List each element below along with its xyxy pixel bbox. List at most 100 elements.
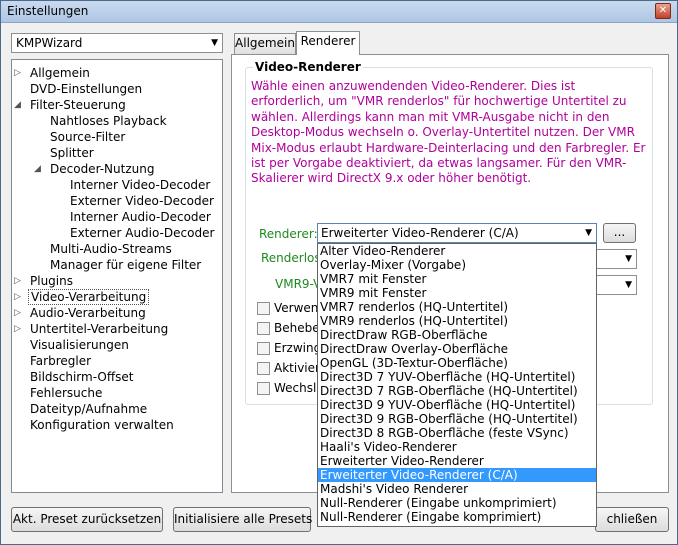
tree-item[interactable]: Manager für eigene Filter xyxy=(48,257,203,273)
dropdown-option[interactable]: DirectDraw Overlay-Oberfläche xyxy=(318,342,596,356)
tree-item-label: Dateityp/Aufnahme xyxy=(30,402,148,416)
tree-item[interactable]: Bildschirm-Offset xyxy=(28,369,135,385)
tree-item-label: Bildschirm-Offset xyxy=(30,370,134,384)
option-checkbox-row[interactable]: Wechsle xyxy=(257,381,324,397)
checkbox[interactable] xyxy=(257,382,270,395)
collapse-icon[interactable]: ◢ xyxy=(14,97,21,113)
tree-item-label: Interner Video-Decoder xyxy=(70,178,211,192)
dropdown-option[interactable]: Erweiterter Video-Renderer xyxy=(318,454,596,468)
dropdown-option[interactable]: Null-Renderer (Eingabe unkomprimiert) xyxy=(318,496,596,510)
tree-item-label: Untertitel-Verarbeitung xyxy=(30,322,169,336)
group-title: Video-Renderer xyxy=(253,60,363,74)
dropdown-option[interactable]: VMR9 renderlos (HQ-Untertitel) xyxy=(318,314,596,328)
tree-item[interactable]: ▷ Plugins xyxy=(14,273,75,289)
vmr9-select[interactable]: ▼ xyxy=(593,275,637,295)
dropdown-option[interactable]: Null-Renderer (Eingabe komprimiert) xyxy=(318,510,596,524)
checkbox[interactable] xyxy=(257,362,270,375)
dropdown-option[interactable]: OpenGL (3D-Textur-Oberfläche) xyxy=(318,356,596,370)
checkbox[interactable] xyxy=(257,302,270,315)
checkbox-label: Verwen xyxy=(274,301,319,315)
tree-item-label: Decoder-Nutzung xyxy=(50,162,155,176)
checkbox-label: Behebe xyxy=(274,321,320,335)
tree-item-label: Manager für eigene Filter xyxy=(50,258,202,272)
dropdown-option[interactable]: DirectDraw RGB-Oberfläche xyxy=(318,328,596,342)
collapse-icon[interactable]: ◢ xyxy=(34,161,41,177)
tree-item[interactable]: Externer Audio-Decoder xyxy=(68,225,216,241)
init-presets-button[interactable]: Initialisiere alle Presets xyxy=(173,507,312,532)
tree-item[interactable]: Visualisierungen xyxy=(28,337,131,353)
renderer-select[interactable]: Erweiterter Video-Renderer (C/A) ▼ xyxy=(317,223,597,243)
option-checkbox-row[interactable]: Erzwing xyxy=(257,341,321,357)
dropdown-option[interactable]: Madshi's Video Renderer xyxy=(318,482,596,496)
tab-label: Allgemein xyxy=(235,36,295,50)
tree-item[interactable]: Interner Audio-Decoder xyxy=(68,209,213,225)
close-window-button[interactable]: ✕ xyxy=(655,3,671,19)
renderer-select-value: Erweiterter Video-Renderer (C/A) xyxy=(321,226,519,240)
dropdown-option[interactable]: Direct3D 7 RGB-Oberfläche (HQ-Untertitel… xyxy=(318,384,596,398)
tree-item[interactable]: ▷ Untertitel-Verarbeitung xyxy=(14,321,170,337)
tree-item-label: Audio-Verarbeitung xyxy=(30,306,146,320)
tree-item[interactable]: Splitter xyxy=(48,145,96,161)
preset-select[interactable]: KMPWizard ▼ xyxy=(11,33,223,53)
dropdown-option[interactable]: Direct3D 9 YUV-Oberfläche (HQ-Untertitel… xyxy=(318,398,596,412)
dropdown-option[interactable]: Alter Video-Renderer xyxy=(318,244,596,258)
expand-icon[interactable]: ▷ xyxy=(14,305,21,321)
dropdown-option[interactable]: Erweiterter Video-Renderer (C/A) xyxy=(318,468,596,482)
close-icon: ✕ xyxy=(658,5,668,16)
tab-renderer[interactable]: Renderer xyxy=(296,31,360,55)
dropdown-option[interactable]: VMR9 mit Fenster xyxy=(318,286,596,300)
dropdown-option[interactable]: Direct3D 9 RGB-Oberfläche (HQ-Untertitel… xyxy=(318,412,596,426)
expand-icon[interactable]: ▷ xyxy=(14,273,21,289)
tree-item-label: Source-Filter xyxy=(50,130,126,144)
tree-item[interactable]: Konfiguration verwalten xyxy=(28,417,176,433)
tree-item[interactable]: Nahtloses Playback xyxy=(48,113,169,129)
renderless-select[interactable]: ▼ xyxy=(593,249,637,269)
tree-item[interactable]: DVD-Einstellungen xyxy=(28,81,144,97)
tree-item[interactable]: Fehlersuche xyxy=(28,385,104,401)
tree-item[interactable]: ▷ Allgemein xyxy=(14,65,92,81)
renderer-label: Renderer: xyxy=(259,227,318,241)
settings-tree[interactable]: ▷ Allgemein DVD-Einstellungen ◢ Filter-Steue… xyxy=(11,59,223,493)
tree-item-label: Interner Audio-Decoder xyxy=(70,210,211,224)
tree-item[interactable]: Farbregler xyxy=(28,353,93,369)
dropdown-option[interactable]: Direct3D 8 RGB-Oberfläche (feste VSync) xyxy=(318,426,596,440)
tree-item-label: Filter-Steuerung xyxy=(30,98,126,112)
tree-item-label: Multi-Audio-Streams xyxy=(50,242,172,256)
preset-select-value: KMPWizard xyxy=(16,36,83,50)
checkbox[interactable] xyxy=(257,342,270,355)
expand-icon[interactable]: ▷ xyxy=(14,65,21,81)
tree-item-label: Splitter xyxy=(50,146,94,160)
expand-icon[interactable]: ▷ xyxy=(14,321,21,337)
reset-preset-button[interactable]: Akt. Preset zurücksetzen xyxy=(11,507,163,532)
tree-item-label: DVD-Einstellungen xyxy=(30,82,143,96)
tree-item[interactable]: Source-Filter xyxy=(48,129,127,145)
dropdown-option[interactable]: VMR7 mit Fenster xyxy=(318,272,596,286)
tree-item[interactable]: ▷ Video-Verarbeitung xyxy=(14,289,150,305)
dropdown-option[interactable]: VMR7 renderlos (HQ-Untertitel) xyxy=(318,300,596,314)
tree-item[interactable]: ▷ Audio-Verarbeitung xyxy=(14,305,148,321)
tree-item-label: Video-Verarbeitung xyxy=(28,289,150,305)
renderer-dropdown-list[interactable]: Alter Video-Renderer Overlay-Mixer (Vorga… xyxy=(317,243,597,527)
dropdown-option[interactable]: Direct3D 7 YUV-Oberfläche (HQ-Untertitel… xyxy=(318,370,596,384)
vmr9-label: VMR9-V xyxy=(275,277,322,291)
chevron-down-icon: ▼ xyxy=(211,38,218,48)
checkbox[interactable] xyxy=(257,322,270,335)
chevron-down-icon: ▼ xyxy=(625,254,632,264)
tree-item[interactable]: ◢ Decoder-Nutzung xyxy=(34,161,156,177)
expand-icon[interactable]: ▷ xyxy=(14,289,21,305)
option-checkbox-row[interactable]: Verwen xyxy=(257,301,318,317)
group-description: Wähle einen anzuwendenden Video-Renderer… xyxy=(251,79,646,186)
tab-allgemein[interactable]: Allgemein xyxy=(234,33,296,54)
tree-item[interactable]: Externer Video-Decoder xyxy=(68,193,216,209)
tree-item[interactable]: ◢ Filter-Steuerung xyxy=(14,97,128,113)
dropdown-option[interactable]: Overlay-Mixer (Vorgabe) xyxy=(318,258,596,272)
renderer-options-button[interactable]: ... xyxy=(603,223,636,243)
tree-item[interactable]: Multi-Audio-Streams xyxy=(48,241,174,257)
option-checkbox-row[interactable]: Behebe xyxy=(257,321,320,337)
dropdown-option[interactable]: Haali's Video-Renderer xyxy=(318,440,596,454)
tree-item[interactable]: Interner Video-Decoder xyxy=(68,177,212,193)
tree-item[interactable]: Dateityp/Aufnahme xyxy=(28,401,149,417)
close-button[interactable]: chließen xyxy=(595,507,669,532)
checkbox-label: Erzwing xyxy=(274,341,322,355)
title-bar[interactable]: Einstellungen ✕ xyxy=(1,1,677,23)
